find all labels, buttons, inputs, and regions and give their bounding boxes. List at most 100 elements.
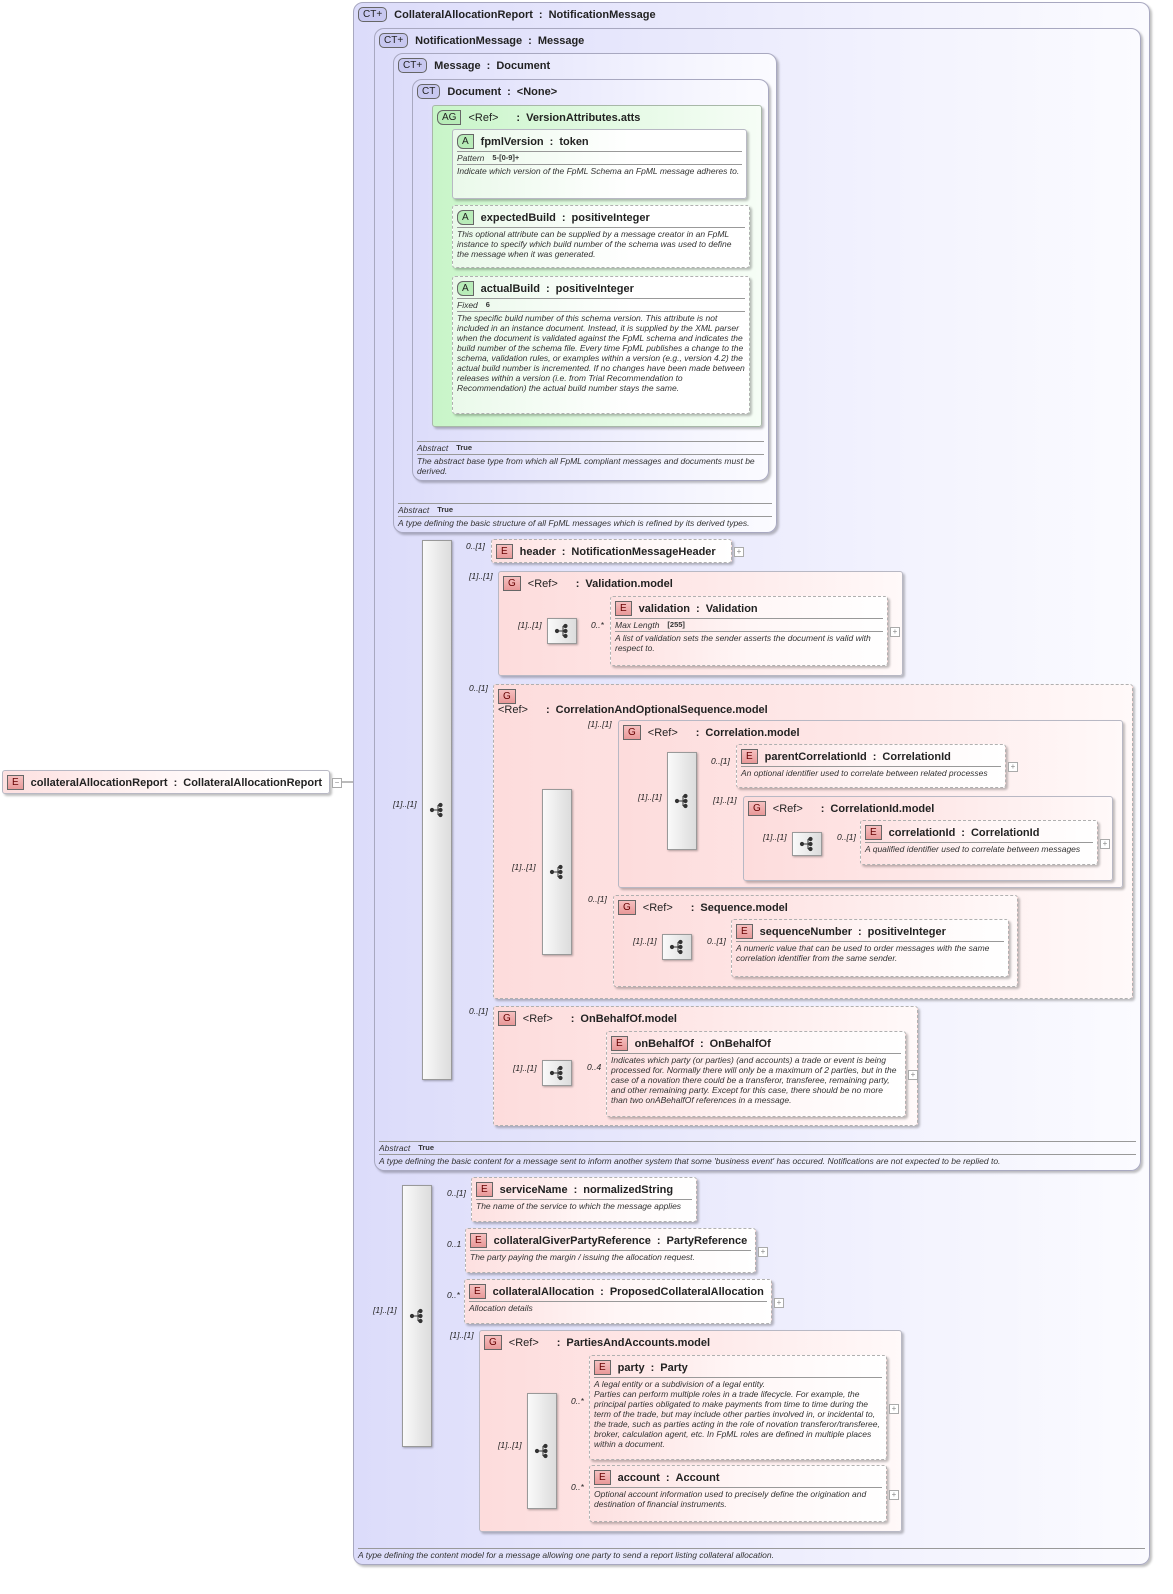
ref-label: <Ref> <box>772 802 803 815</box>
occurrence-label: [1]..[1] <box>512 862 536 872</box>
facet-row: Max Length [255] <box>615 618 883 632</box>
attribute-fpmlVersion[interactable]: AfpmlVersion: token Pattern 5-[0-9]+ Indicat… <box>452 129 747 199</box>
badge-e-icon: E <box>741 749 758 764</box>
description: Optional account information used to pre… <box>594 1489 867 1509</box>
node-type: Document <box>496 59 551 72</box>
expand-icon[interactable]: + <box>890 627 900 637</box>
ref-label: <Ref> <box>498 704 528 716</box>
description: A qualified identifier used to correlate… <box>865 844 1081 854</box>
element-account[interactable]: Eaccount: Account Optional account informa… <box>589 1465 887 1522</box>
node-title: EcollateralAllocationReport: CollateralAl… <box>7 775 322 790</box>
node-details: The name of the service to which the mes… <box>476 1199 692 1211</box>
badge-g-icon: G <box>748 801 766 816</box>
description: The party paying the margin / issuing th… <box>470 1252 695 1262</box>
node-type: Sequence.model <box>700 901 788 914</box>
expand-icon[interactable]: + <box>774 1297 784 1308</box>
node-type: positiveInteger <box>555 282 634 295</box>
occurrence-label: 0..* <box>571 1482 584 1492</box>
badge-e-icon: E <box>594 1360 611 1375</box>
facet-row: Pattern 5-[0-9]+ <box>457 151 742 165</box>
expand-icon[interactable]: + <box>908 1070 918 1080</box>
element-collateralGiverPartyReference[interactable]: EcollateralGiverPartyReference: PartyRefe… <box>465 1228 756 1273</box>
sequence-compositor[interactable] <box>547 618 577 644</box>
node-title: EonBehalfOf: OnBehalfOf <box>611 1036 771 1051</box>
expand-icon[interactable]: + <box>1008 762 1018 772</box>
badge-e-icon: E <box>496 544 513 559</box>
sequence-compositor[interactable] <box>542 1060 572 1086</box>
type-separator: : <box>486 59 491 72</box>
element-correlationId[interactable]: EcorrelationId: CorrelationId A qualified … <box>860 820 1098 865</box>
attribute-expectedBuild[interactable]: AexpectedBuild: positiveInteger This optio… <box>452 205 750 268</box>
node-details: Abstract True The abstract base type from … <box>417 441 764 476</box>
type-separator: : <box>561 545 566 558</box>
node-details: Allocation details <box>469 1301 767 1313</box>
type-separator: : <box>556 1336 561 1349</box>
attribute-actualBuild[interactable]: AactualBuild: positiveInteger Fixed 6 The sp… <box>452 276 750 414</box>
node-title: CT+ CollateralAllocationReport: Notificati… <box>358 7 656 22</box>
type-separator: : <box>173 776 178 789</box>
node-name: Document <box>447 85 502 98</box>
element-header[interactable]: Eheader: NotificationMessageHeader <box>491 539 732 563</box>
facet-row: Abstract True <box>398 503 772 517</box>
type-separator: : <box>549 135 554 148</box>
expand-icon[interactable]: + <box>758 1246 768 1257</box>
sequence-compositor[interactable] <box>792 832 822 856</box>
node-title: Eheader: NotificationMessageHeader <box>496 544 716 559</box>
occurrence-label: 0..[1] <box>837 832 856 842</box>
element-parentCorrelationId[interactable]: EparentCorrelationId: CorrelationId An opt… <box>736 744 1006 788</box>
type-separator: : <box>516 111 521 124</box>
element-root[interactable]: EcollateralAllocationReport: CollateralAl… <box>2 770 330 794</box>
element-party[interactable]: Eparty: Party A legal entity or a subdivis… <box>589 1355 887 1460</box>
facet-row: Abstract True <box>379 1141 1136 1155</box>
node-title: G <Ref>: Validation.model <box>503 576 673 591</box>
collapse-icon[interactable]: − <box>332 778 342 788</box>
node-type: OnBehalfOf <box>709 1037 771 1050</box>
expand-icon[interactable]: + <box>889 1403 899 1414</box>
type-separator: : <box>545 282 550 295</box>
description: Indicates which party (or parties) (and … <box>611 1055 897 1105</box>
element-sequenceNumber[interactable]: EsequenceNumber: positiveInteger A numeric… <box>731 919 1009 977</box>
element-collateralAllocation[interactable]: EcollateralAllocation: ProposedCollateral… <box>464 1279 772 1324</box>
facet-label: Pattern <box>457 153 485 163</box>
sequence-compositor[interactable] <box>542 789 572 955</box>
badge-ct-icon: CT <box>417 84 441 99</box>
type-separator: : <box>699 1037 704 1050</box>
node-title: AactualBuild: positiveInteger <box>457 281 634 296</box>
occurrence-label: 0..[1] <box>711 756 730 766</box>
badge-ct-icon: CT+ <box>358 7 388 22</box>
sequence-compositor[interactable] <box>662 934 692 960</box>
sequence-compositor[interactable] <box>422 540 452 1080</box>
node-title: Eaccount: Account <box>594 1470 720 1485</box>
facet-row: Fixed 6 <box>457 298 745 312</box>
type-separator: : <box>820 802 825 815</box>
expand-icon[interactable]: + <box>734 547 744 557</box>
expand-icon[interactable]: + <box>889 1489 899 1500</box>
node-name: account <box>617 1471 660 1484</box>
node-type: Validation.model <box>585 577 673 590</box>
ref-label: <Ref> <box>508 1336 539 1349</box>
node-details: Optional account information used to pre… <box>594 1487 882 1509</box>
sequence-compositor[interactable] <box>667 752 697 850</box>
sequence-compositor[interactable] <box>527 1393 557 1509</box>
node-title: G <Ref>: Sequence.model <box>618 900 788 915</box>
element-validation[interactable]: Evalidation: Validation Max Length [255] A l… <box>610 596 888 666</box>
expand-icon[interactable]: + <box>1100 838 1110 849</box>
type-separator: : <box>695 726 700 739</box>
occurrence-label: [1]..[1] <box>498 1440 522 1450</box>
node-name: Message <box>434 59 481 72</box>
type-separator: : <box>690 901 695 914</box>
occurrence-label: [1]..[1] <box>638 792 662 802</box>
node-details: Indicates which party (or parties) (and … <box>611 1053 901 1105</box>
node-details: A numeric value that can be used to orde… <box>736 941 1004 963</box>
sequence-compositor[interactable] <box>402 1185 432 1447</box>
occurrence-label: 0..[1] <box>469 683 488 693</box>
sequence-icon <box>669 939 683 955</box>
facet-value: True <box>437 505 454 514</box>
description: A legal entity or a subdivision of a leg… <box>594 1379 880 1449</box>
node-type: CorrelationId <box>882 750 951 763</box>
type-separator: : <box>665 1471 670 1484</box>
element-onBehalfOf[interactable]: EonBehalfOf: OnBehalfOf Indicates which pa… <box>606 1031 906 1117</box>
facet-label: Abstract <box>417 443 449 453</box>
node-name: sequenceNumber <box>759 925 852 938</box>
element-serviceName[interactable]: EserviceName: normalizedString The name of… <box>471 1177 697 1222</box>
